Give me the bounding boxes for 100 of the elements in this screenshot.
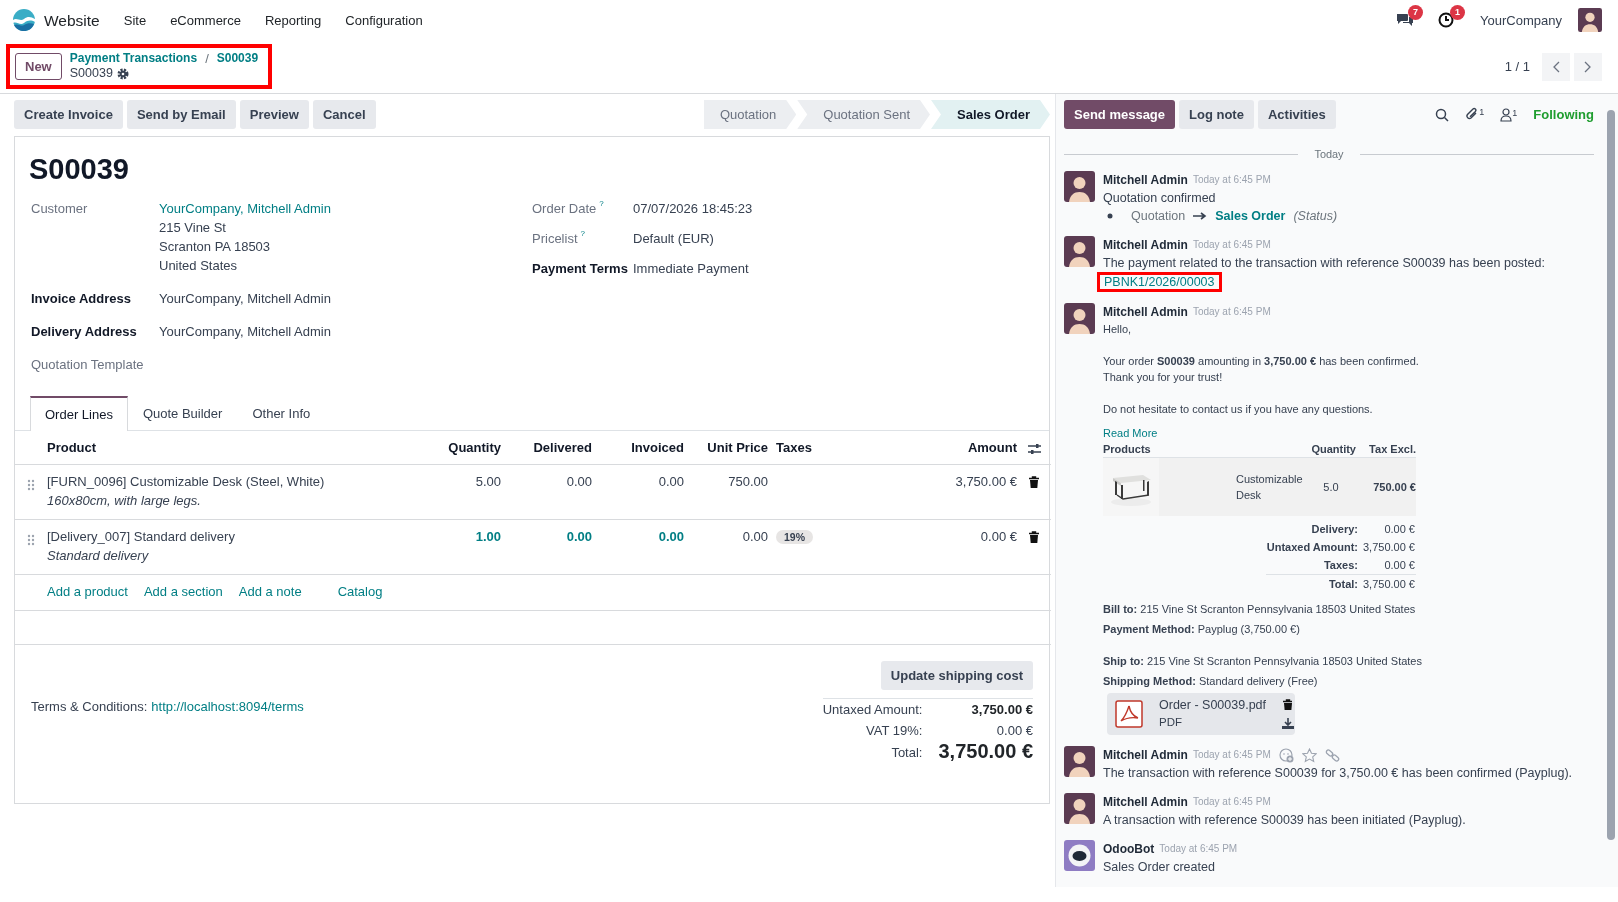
menu-item[interactable]: Reporting (264, 10, 322, 30)
action-button[interactable]: Preview (239, 100, 309, 129)
message-time: Today at 6:45 PM (1192, 305, 1271, 319)
tab[interactable]: Other Info (237, 396, 326, 430)
email-text: Payment Method: Payplug (3,750.00 €) (1103, 622, 1301, 637)
email-text: Ship to: 215 Vine St Scranton Pennsylvania 18503 United States (1103, 654, 1423, 669)
author-name[interactable]: Mitchell Admin (1103, 236, 1188, 254)
scrollbar[interactable] (1607, 110, 1615, 840)
total-value: 0.00 € (996, 723, 1033, 738)
download-icon[interactable] (1282, 718, 1294, 729)
summary-label: Taxes: (1323, 559, 1358, 571)
person-icon[interactable] (1500, 107, 1513, 122)
field-value: 07/07/2026 18:45:23 (633, 200, 753, 218)
field-value: YourCompany, Mitchell Admin (159, 290, 331, 308)
status-step[interactable]: Sales Order (931, 100, 1050, 129)
total-value: 3,750.00 € (971, 702, 1033, 717)
company-name[interactable]: YourCompany (1480, 10, 1562, 30)
search-icon[interactable] (1435, 107, 1450, 122)
field-label: Customer (31, 200, 88, 218)
breadcrumb-link[interactable]: Payment Transactions (69, 51, 198, 66)
field-value: Immediate Payment (633, 260, 749, 278)
author-name[interactable]: Mitchell Admin (1103, 303, 1188, 321)
update-shipping-button[interactable]: Update shipping cost (880, 661, 1033, 690)
column-header: Quantity (1310, 442, 1356, 457)
column-header: Invoiced (631, 440, 684, 455)
gear-icon[interactable] (116, 67, 129, 80)
tracking-new-value: Sales Order (1215, 208, 1286, 225)
add-line-link[interactable]: Add a section (143, 582, 223, 601)
status-step[interactable]: Quotation (703, 100, 797, 129)
column-header: Delivered (533, 440, 592, 455)
breadcrumb-link[interactable]: S00039 (216, 51, 259, 66)
table-cell-text: 750.00 € (1372, 480, 1416, 495)
address-line: United States (159, 257, 239, 275)
field-label: Pricelist (532, 230, 578, 248)
tracking-field: (Status) (1293, 207, 1338, 225)
add-line-link[interactable]: Catalog (337, 582, 383, 601)
attachment-count: 1 (1479, 107, 1485, 117)
table-cell-text: 5.0 (1322, 480, 1340, 495)
chevron-left-icon (1552, 60, 1560, 73)
drag-handle-icon[interactable] (27, 533, 35, 546)
author-name[interactable]: Mitchell Admin (1103, 171, 1188, 189)
message-time: Today at 6:45 PM (1192, 238, 1271, 252)
author-name[interactable]: Mitchell Admin (1103, 793, 1188, 811)
chatter-button[interactable]: Send message (1064, 100, 1176, 129)
tax-tag: 19% (776, 530, 813, 544)
app-name[interactable]: Website (44, 10, 100, 30)
help-tooltip[interactable]: ? (580, 229, 585, 239)
product-name[interactable]: [FURN_0096] Customizable Desk (Steel, White) (47, 472, 325, 491)
add-line-link[interactable]: Add a note (238, 582, 302, 601)
bullet-icon (1107, 213, 1113, 219)
pager-value: 1 / 1 (1504, 58, 1530, 76)
message-text: Sales Order created (1103, 859, 1216, 876)
tab[interactable]: Quote Builder (127, 396, 238, 430)
menu-item[interactable]: eCommerce (170, 10, 241, 30)
record-link[interactable]: PBNK1/2026/00003 (1097, 272, 1222, 292)
email-text: Thank you for your trust! (1103, 370, 1224, 385)
terms-link[interactable]: http://localhost:8094/terms (151, 697, 304, 716)
chevron-right-icon (1584, 60, 1592, 73)
action-button[interactable]: Send by Email (126, 100, 236, 129)
add-line-link[interactable]: Add a product (47, 582, 128, 601)
drag-handle-icon[interactable] (27, 478, 35, 491)
column-settings-icon[interactable] (1027, 442, 1041, 455)
message-text: The transaction with reference S00039 for 3,750.00 € has been confirmed (Payplug). (1103, 765, 1574, 782)
record-name: S00039 (69, 66, 113, 81)
summary-value: 3,750.00 € (1363, 541, 1415, 553)
date-separator: Today (1314, 147, 1344, 162)
table-cell: 0.00 (566, 529, 592, 544)
field-link[interactable]: YourCompany, Mitchell Admin (159, 199, 331, 218)
attachment-name: Order - S00039.pdf (1159, 697, 1266, 714)
trash-icon[interactable] (1028, 476, 1040, 490)
paperclip-icon[interactable] (1465, 107, 1480, 122)
chatter-button[interactable]: Activities (1257, 100, 1336, 129)
total-value: 3,750.00 € (938, 740, 1033, 762)
menu-item[interactable]: Configuration (345, 10, 423, 30)
table-cell: 0.00 (742, 529, 768, 544)
message-time: Today at 6:45 PM (1192, 795, 1271, 809)
chatter-button[interactable]: Log note (1179, 100, 1254, 129)
author-name[interactable]: Mitchell Admin (1103, 746, 1188, 764)
tab[interactable]: Order Lines (30, 396, 128, 431)
breadcrumb-separator: / (205, 51, 209, 66)
menu-item[interactable]: Site (123, 10, 147, 30)
new-button[interactable]: New (15, 52, 62, 80)
summary-value: 3,750.00 € (1363, 578, 1415, 590)
product-name[interactable]: [Delivery_007] Standard delivery (47, 527, 235, 546)
star-icon[interactable] (1301, 747, 1317, 763)
email-text: Your order S00039 amounting in 3,750.00 € has been confirmed. (1103, 354, 1420, 369)
terms-label: Terms & Conditions: (31, 698, 148, 716)
author-name[interactable]: OdooBot (1103, 840, 1155, 858)
app-logo-icon[interactable] (12, 8, 36, 32)
read-more-link[interactable]: Read More (1103, 425, 1158, 441)
attachment-card[interactable]: Order - S00039.pdf PDF (1107, 693, 1295, 735)
trash-icon[interactable] (1028, 531, 1040, 545)
field-label: Quotation Template (31, 356, 144, 374)
help-tooltip[interactable]: ? (599, 199, 604, 209)
action-button[interactable]: Create Invoice (14, 100, 123, 129)
chat-icon[interactable] (1396, 12, 1415, 28)
status-step[interactable]: Quotation Sent (797, 100, 930, 129)
notification-count: 7 (1408, 5, 1424, 20)
trash-icon[interactable] (1282, 699, 1292, 710)
action-button[interactable]: Cancel (312, 100, 376, 129)
